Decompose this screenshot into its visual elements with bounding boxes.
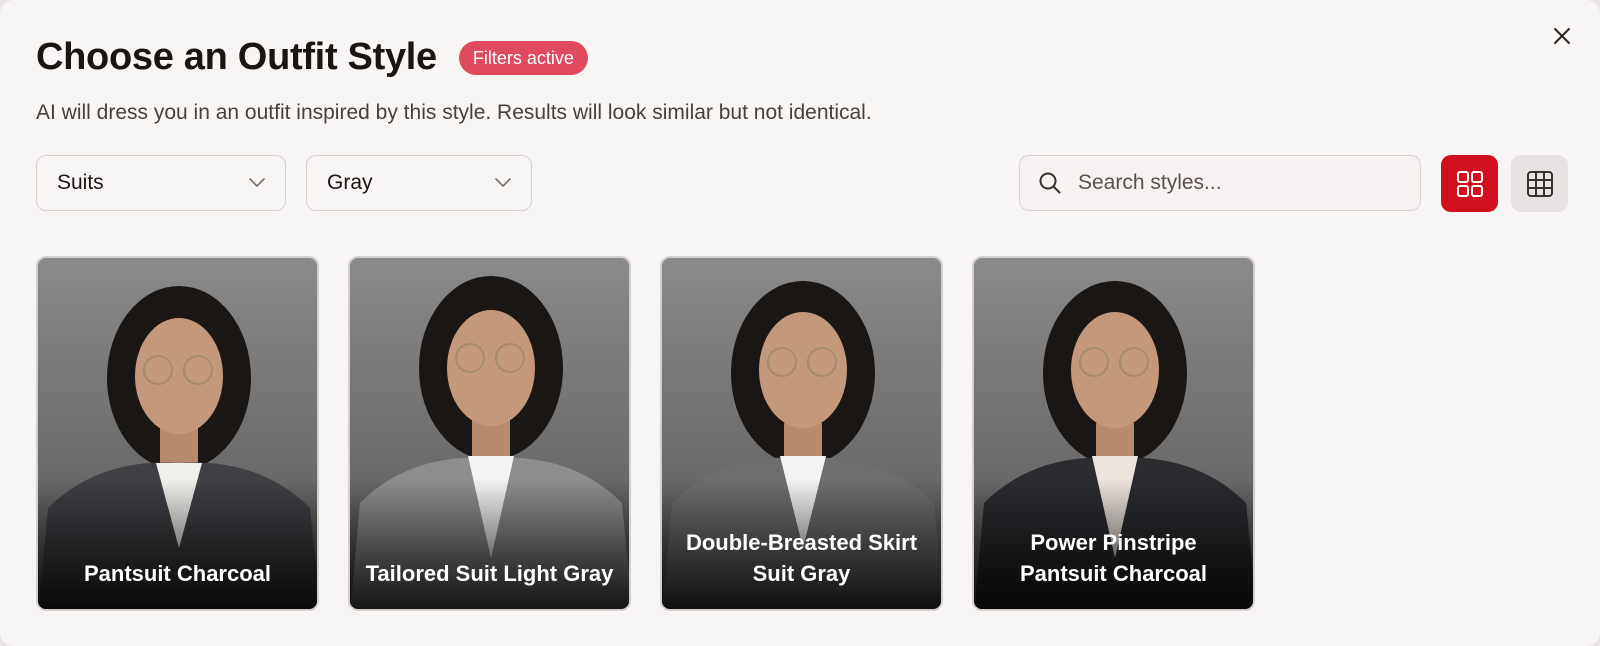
style-card[interactable]: Pantsuit Charcoal xyxy=(36,256,319,611)
style-card-label: Pantsuit Charcoal xyxy=(83,561,272,586)
grid-large-view-button[interactable] xyxy=(1441,155,1498,212)
chevron-down-icon xyxy=(249,178,265,187)
style-card[interactable]: Double-Breasted Skirt Suit Gray xyxy=(660,256,943,611)
modal-title: Choose an Outfit Style xyxy=(36,36,437,78)
category-select[interactable]: Suits xyxy=(36,155,286,211)
search-input[interactable] xyxy=(1078,171,1398,195)
grid-large-icon xyxy=(1456,170,1483,197)
close-button[interactable] xyxy=(1548,22,1576,50)
style-card-label: Power Pinstripe Pantsuit Charcoal xyxy=(1019,530,1208,586)
grid-small-icon xyxy=(1526,170,1553,197)
grid-small-view-button[interactable] xyxy=(1511,155,1568,212)
chevron-down-icon xyxy=(495,178,511,187)
search-box xyxy=(1019,155,1421,211)
modal-subtitle: AI will dress you in an outfit inspired … xyxy=(36,101,872,124)
close-icon xyxy=(1554,28,1570,44)
style-card[interactable]: Tailored Suit Light Gray xyxy=(348,256,631,611)
color-select[interactable]: Gray xyxy=(306,155,532,211)
style-card-label: Tailored Suit Light Gray xyxy=(365,561,614,586)
style-card-grid: Pantsuit Charcoal Tailored Suit Light Gr… xyxy=(36,256,1255,611)
outfit-style-modal: Choose an Outfit Style Filters active AI… xyxy=(0,0,1600,646)
style-card-label: Double-Breasted Skirt Suit Gray xyxy=(685,530,918,586)
filters-active-badge: Filters active xyxy=(458,40,588,75)
search-icon xyxy=(1039,172,1061,194)
modal-header: Choose an Outfit Style Filters active xyxy=(36,36,588,79)
style-card[interactable]: Power Pinstripe Pantsuit Charcoal xyxy=(972,256,1255,611)
category-select-value: Suits xyxy=(57,171,104,194)
color-select-value: Gray xyxy=(327,171,373,194)
